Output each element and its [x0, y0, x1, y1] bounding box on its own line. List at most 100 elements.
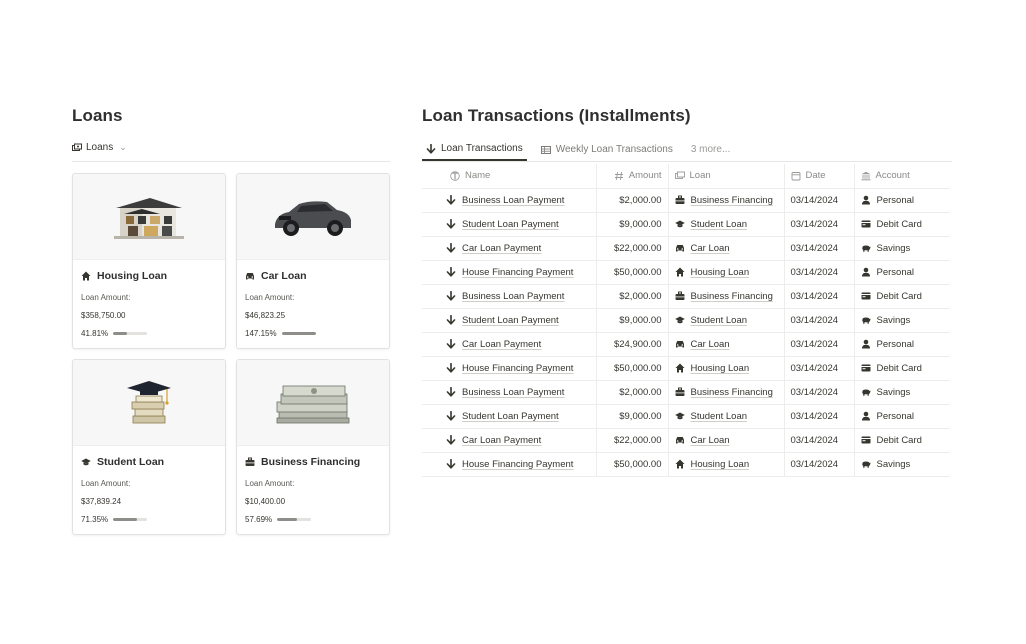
cell-loan[interactable]: Housing Loan	[668, 452, 785, 477]
cell-name[interactable]: Student Loan Payment	[422, 308, 597, 333]
cell-name[interactable]: Car Loan Payment	[422, 332, 597, 357]
cell-account[interactable]: Personal	[854, 188, 950, 213]
cell-name[interactable]: Business Loan Payment	[422, 380, 597, 405]
cell-loan[interactable]: Car Loan	[668, 332, 785, 357]
cell-account[interactable]: Personal	[854, 260, 950, 285]
transaction-name[interactable]: Student Loan Payment	[462, 411, 559, 422]
loan-progress-percent: 57.69%	[245, 515, 273, 524]
cell-loan[interactable]: Student Loan	[668, 308, 785, 333]
chevron-down-icon[interactable]: ⌄	[119, 142, 127, 153]
column-header-account[interactable]: Account	[854, 164, 950, 189]
cell-account[interactable]: Savings	[854, 236, 950, 261]
table-row[interactable]: Student Loan Payment $9,000.00 Student Loa…	[422, 404, 950, 429]
loan-relation-link[interactable]: Housing Loan	[691, 459, 750, 470]
transaction-name[interactable]: Business Loan Payment	[462, 195, 564, 206]
transaction-name[interactable]: House Financing Payment	[462, 363, 573, 374]
cell-loan[interactable]: Student Loan	[668, 212, 785, 237]
cell-amount: $2,000.00	[596, 188, 669, 213]
loan-relation-link[interactable]: Student Loan	[691, 411, 748, 422]
column-header-name[interactable]: Name	[422, 164, 597, 189]
loan-relation-link[interactable]: Housing Loan	[691, 363, 750, 374]
table-row[interactable]: House Financing Payment $50,000.00 Housing…	[422, 356, 950, 381]
loans-view-tab[interactable]: Loans ⌄	[72, 142, 127, 159]
column-header-loan[interactable]: Loan	[668, 164, 785, 189]
tab-weekly-loan-transactions[interactable]: Weekly Loan Transactions	[537, 144, 677, 161]
cell-loan[interactable]: Car Loan	[668, 236, 785, 261]
table-row[interactable]: House Financing Payment $50,000.00 Housing…	[422, 452, 950, 477]
loan-relation-link[interactable]: Car Loan	[691, 243, 730, 254]
briefcase-icon	[675, 387, 685, 397]
loan-relation-link[interactable]: Housing Loan	[691, 267, 750, 278]
cell-account[interactable]: Savings	[854, 380, 950, 405]
loan-relation-link[interactable]: Business Financing	[691, 387, 773, 398]
cell-account[interactable]: Savings	[854, 308, 950, 333]
cell-loan[interactable]: Business Financing	[668, 188, 785, 213]
table-row[interactable]: Business Loan Payment $2,000.00 Business F…	[422, 188, 950, 213]
loan-card-title: Student Loan	[97, 456, 165, 468]
cell-loan[interactable]: Car Loan	[668, 428, 785, 453]
tab-more-views[interactable]: 3 more...	[687, 144, 734, 161]
transaction-name[interactable]: Car Loan Payment	[462, 243, 541, 254]
transaction-name[interactable]: Car Loan Payment	[462, 339, 541, 350]
transaction-name[interactable]: Student Loan Payment	[462, 219, 559, 230]
cell-account[interactable]: Debit Card	[854, 356, 950, 381]
cell-account[interactable]: Personal	[854, 404, 950, 429]
cell-account[interactable]: Savings	[854, 452, 950, 477]
transaction-name[interactable]: House Financing Payment	[462, 459, 573, 470]
cell-loan[interactable]: Student Loan	[668, 404, 785, 429]
car-image	[237, 174, 389, 260]
cell-name[interactable]: House Financing Payment	[422, 356, 597, 381]
loan-relation-link[interactable]: Car Loan	[691, 435, 730, 446]
cell-name[interactable]: House Financing Payment	[422, 452, 597, 477]
loan-card-title: Housing Loan	[97, 270, 167, 282]
loan-card-housing[interactable]: Housing Loan Loan Amount: $358,750.00 41…	[72, 173, 226, 349]
transaction-name[interactable]: Car Loan Payment	[462, 435, 541, 446]
table-row[interactable]: Student Loan Payment $9,000.00 Student Loa…	[422, 212, 950, 237]
table-row[interactable]: Business Loan Payment $2,000.00 Business F…	[422, 284, 950, 309]
transaction-name[interactable]: Student Loan Payment	[462, 315, 559, 326]
loan-card-car[interactable]: Car Loan Loan Amount: $46,823.25 147.15%	[236, 173, 390, 349]
car-icon	[675, 435, 685, 445]
table-row[interactable]: House Financing Payment $50,000.00 Housing…	[422, 260, 950, 285]
cell-date: 03/14/2024	[784, 236, 855, 261]
loan-card-business[interactable]: Business Financing Loan Amount: $10,400.…	[236, 359, 390, 535]
table-row[interactable]: Car Loan Payment $22,000.00 Car Loan 03/14/…	[422, 428, 950, 453]
table-row[interactable]: Student Loan Payment $9,000.00 Student Loa…	[422, 308, 950, 333]
transaction-name[interactable]: Business Loan Payment	[462, 387, 564, 398]
transactions-section: Loan Transactions (Installments) Loan Tr…	[422, 106, 952, 477]
cell-name[interactable]: Business Loan Payment	[422, 284, 597, 309]
cell-account[interactable]: Debit Card	[854, 212, 950, 237]
cell-loan[interactable]: Business Financing	[668, 284, 785, 309]
tab-loan-transactions[interactable]: Loan Transactions	[422, 143, 527, 161]
cell-amount: $9,000.00	[596, 308, 669, 333]
loan-relation-link[interactable]: Car Loan	[691, 339, 730, 350]
cell-account[interactable]: Debit Card	[854, 284, 950, 309]
cell-loan[interactable]: Housing Loan	[668, 260, 785, 285]
cell-name[interactable]: House Financing Payment	[422, 260, 597, 285]
cell-date: 03/14/2024	[784, 332, 855, 357]
transaction-name[interactable]: Business Loan Payment	[462, 291, 564, 302]
column-header-date[interactable]: Date	[784, 164, 855, 189]
account-label: Personal	[876, 338, 915, 350]
loan-relation-link[interactable]: Student Loan	[691, 315, 748, 326]
cell-name[interactable]: Car Loan Payment	[422, 236, 597, 261]
column-header-amount[interactable]: Amount	[596, 164, 669, 189]
arrow-down-icon	[446, 387, 456, 397]
cell-account[interactable]: Debit Card	[854, 428, 950, 453]
loan-card-student[interactable]: Student Loan Loan Amount: $37,839.24 71.…	[72, 359, 226, 535]
transaction-name[interactable]: House Financing Payment	[462, 267, 573, 278]
loan-relation-link[interactable]: Business Financing	[691, 195, 773, 206]
cell-name[interactable]: Student Loan Payment	[422, 404, 597, 429]
table-row[interactable]: Car Loan Payment $22,000.00 Car Loan 03/14/…	[422, 236, 950, 261]
cell-loan[interactable]: Business Financing	[668, 380, 785, 405]
cell-name[interactable]: Car Loan Payment	[422, 428, 597, 453]
table-icon	[540, 145, 551, 155]
cell-name[interactable]: Business Loan Payment	[422, 188, 597, 213]
loan-relation-link[interactable]: Business Financing	[691, 291, 773, 302]
table-row[interactable]: Business Loan Payment $2,000.00 Business F…	[422, 380, 950, 405]
loan-relation-link[interactable]: Student Loan	[691, 219, 748, 230]
cell-name[interactable]: Student Loan Payment	[422, 212, 597, 237]
table-row[interactable]: Car Loan Payment $24,900.00 Car Loan 03/14/…	[422, 332, 950, 357]
cell-loan[interactable]: Housing Loan	[668, 356, 785, 381]
cell-account[interactable]: Personal	[854, 332, 950, 357]
